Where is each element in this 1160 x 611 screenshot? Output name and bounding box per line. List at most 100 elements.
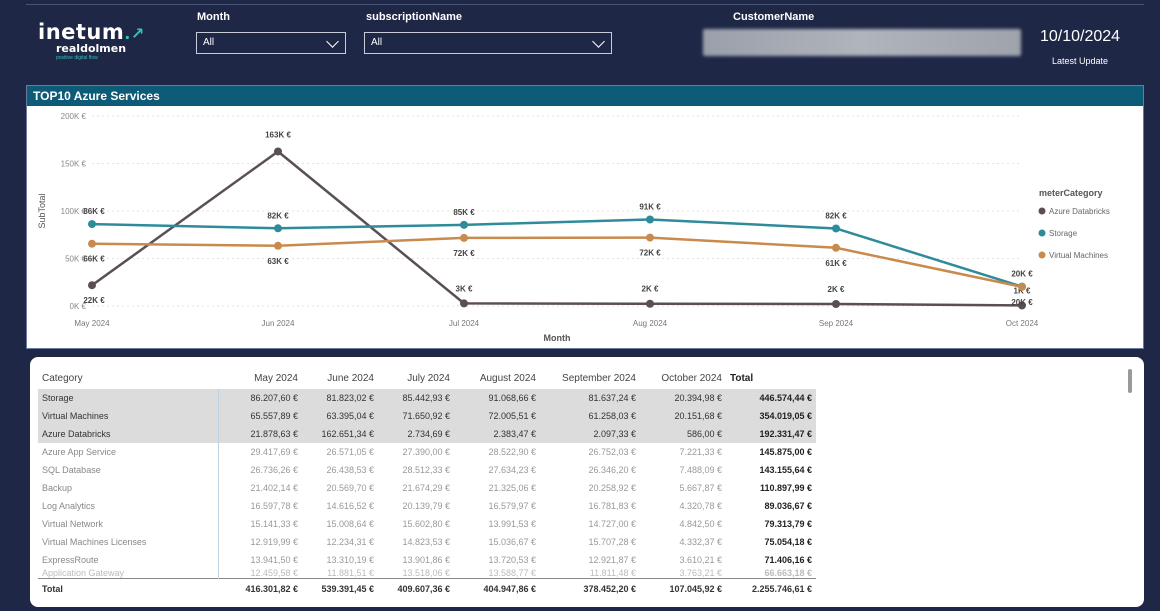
column-header[interactable]: Category <box>38 367 218 389</box>
table-row[interactable]: Azure Databricks 21.878,63 €162.651,34 €2… <box>38 425 816 443</box>
column-header[interactable]: June 2024 <box>302 367 378 389</box>
value-cell: 16.579,97 € <box>488 501 536 511</box>
row-total-cell: 66.663,18 € <box>764 569 812 578</box>
value-cell: 13.991,53 € <box>488 519 536 529</box>
value-cell: 13.720,53 € <box>488 555 536 565</box>
data-point <box>646 233 654 242</box>
value-cell: 162.651,34 € <box>302 425 378 443</box>
value-cell: 81.823,02 € <box>302 389 378 407</box>
data-point <box>274 241 282 250</box>
column-total-cell: 107.045,92 € <box>640 578 726 599</box>
table-row[interactable]: Backup 21.402,14 € 20.569,70 € 21.674,29 € 2… <box>38 479 816 497</box>
subscription-filter-dropdown[interactable]: All <box>364 32 612 54</box>
data-point <box>832 300 840 309</box>
series-line <box>91 218 1023 288</box>
data-point <box>1018 282 1026 291</box>
table-row[interactable]: Log Analytics 16.597,78 € 14.616,52 € 20.13… <box>38 497 816 515</box>
x-tick-label: Aug 2024 <box>633 319 668 328</box>
category-cell: Azure App Service <box>38 443 219 461</box>
data-point <box>460 220 468 229</box>
row-total-cell: 110.897,99 € <box>759 483 812 493</box>
y-tick-label: 150K € <box>61 160 87 169</box>
table-row[interactable]: Application Gateway 12.459,58 € 11.881,51 … <box>38 569 816 579</box>
value-cell: 14.823,53 € <box>402 537 450 547</box>
legend-entry: Virtual Machines <box>1049 251 1108 260</box>
chevron-down-icon <box>592 35 605 48</box>
data-label: 20K € <box>1011 298 1033 307</box>
table-row[interactable]: Virtual Network 15.141,33 € 15.008,64 € 15.… <box>38 515 816 533</box>
table-row[interactable]: Azure App Service 29.417,69 € 26.571,05 € 2… <box>38 443 816 461</box>
column-header[interactable]: September 2024 <box>540 367 640 389</box>
subscription-filter-label: subscriptionName <box>366 11 462 23</box>
value-cell: 15.707,28 € <box>588 537 636 547</box>
chevron-down-icon <box>326 35 339 48</box>
table-row[interactable]: Virtual Machines 65.557,89 €63.395,04 €71… <box>38 407 816 425</box>
value-cell: 20.394,98 € <box>640 389 726 407</box>
month-filter-label: Month <box>197 11 230 23</box>
value-cell: 21.402,14 € <box>250 483 298 493</box>
data-label: 85K € <box>453 208 475 217</box>
data-label: 20K € <box>1011 270 1033 279</box>
category-cell: Azure Databricks <box>38 425 219 443</box>
column-total-cell: 539.391,45 € <box>302 578 378 599</box>
data-label: 163K € <box>265 130 291 139</box>
value-cell: 15.602,80 € <box>402 519 450 529</box>
data-label: 2K € <box>828 285 845 294</box>
customer-name-redacted-field[interactable] <box>703 29 1021 56</box>
value-cell: 13.518,06 € <box>402 569 450 578</box>
table-row[interactable]: SQL Database 26.736,26 € 26.438,53 € 28.512… <box>38 461 816 479</box>
legend-title: meterCategory <box>1039 188 1103 198</box>
table-row[interactable]: Storage 86.207,60 €81.823,02 €85.442,93 €… <box>38 389 816 407</box>
data-label: 2K € <box>642 285 659 294</box>
latest-update-date: 10/10/2024 <box>1040 28 1121 45</box>
row-total-cell: 79.313,79 € <box>764 519 812 529</box>
row-total-cell: 89.036,67 € <box>764 501 812 511</box>
x-tick-label: Jun 2024 <box>262 319 295 328</box>
chart-title-bar: TOP10 Azure Services <box>27 86 1143 106</box>
table-scrollbar[interactable] <box>1128 369 1132 393</box>
value-cell: 26.346,20 € <box>588 465 636 475</box>
line-chart[interactable]: 0K €50K €100K €150K €200K €May 2024 Jun 2… <box>27 106 1143 348</box>
logo-tagline: positive digital flow <box>56 55 98 61</box>
row-total-cell: 75.054,18 € <box>764 537 812 547</box>
legend-marker <box>1038 229 1046 237</box>
data-label: 66K € <box>83 255 105 264</box>
y-tick-label: 200K € <box>61 112 87 121</box>
data-label: 63K € <box>267 257 289 266</box>
x-axis-label: Month <box>544 333 571 343</box>
value-cell: 15.141,33 € <box>250 519 298 529</box>
inetum-realdolmen-logo: inetum.↗ realdolmen positive digital flo… <box>38 20 178 70</box>
column-header[interactable]: August 2024 <box>454 367 540 389</box>
data-point <box>88 239 96 248</box>
row-total-cell: 143.155,64 € <box>759 465 812 475</box>
x-tick-label: Oct 2024 <box>1006 319 1039 328</box>
value-cell: 16.597,78 € <box>250 501 298 511</box>
column-header[interactable]: Total <box>726 367 816 389</box>
top10-services-chart-panel: TOP10 Azure Services 0K €50K €100K €150K… <box>26 85 1144 349</box>
row-total-cell: 145.875,00 € <box>759 447 812 457</box>
table-row[interactable]: ExpressRoute 13.941,50 € 13.310,19 € 13.901… <box>38 551 816 569</box>
data-point <box>646 299 654 308</box>
value-cell: 3.763,21 € <box>679 569 722 578</box>
top-divider <box>26 4 1144 5</box>
row-total-cell: 446.574,44 € <box>726 389 816 407</box>
month-filter-dropdown[interactable]: All <box>196 32 346 54</box>
column-header[interactable]: May 2024 <box>218 367 302 389</box>
value-cell: 21.674,29 € <box>402 483 450 493</box>
logo-mark-icon: .↗ <box>124 24 145 43</box>
category-cell: ExpressRoute <box>38 551 219 569</box>
column-header[interactable]: October 2024 <box>640 367 726 389</box>
value-cell: 586,00 € <box>640 425 726 443</box>
grand-total-cell: 2.255.746,61 € <box>726 578 816 599</box>
value-cell: 26.571,05 € <box>326 447 374 457</box>
value-cell: 2.734,69 € <box>378 425 454 443</box>
column-header[interactable]: July 2024 <box>378 367 454 389</box>
value-cell: 29.417,69 € <box>250 447 298 457</box>
cost-matrix-table: Category May 2024 June 2024 July 2024 August… <box>38 367 816 599</box>
category-cell: SQL Database <box>38 461 219 479</box>
value-cell: 91.068,66 € <box>454 389 540 407</box>
value-cell: 20.258,92 € <box>588 483 636 493</box>
value-cell: 11.881,51 € <box>327 569 374 578</box>
logo-sub-text: realdolmen <box>56 42 127 55</box>
table-row[interactable]: Virtual Machines Licenses 12.919,99 € 12.2… <box>38 533 816 551</box>
